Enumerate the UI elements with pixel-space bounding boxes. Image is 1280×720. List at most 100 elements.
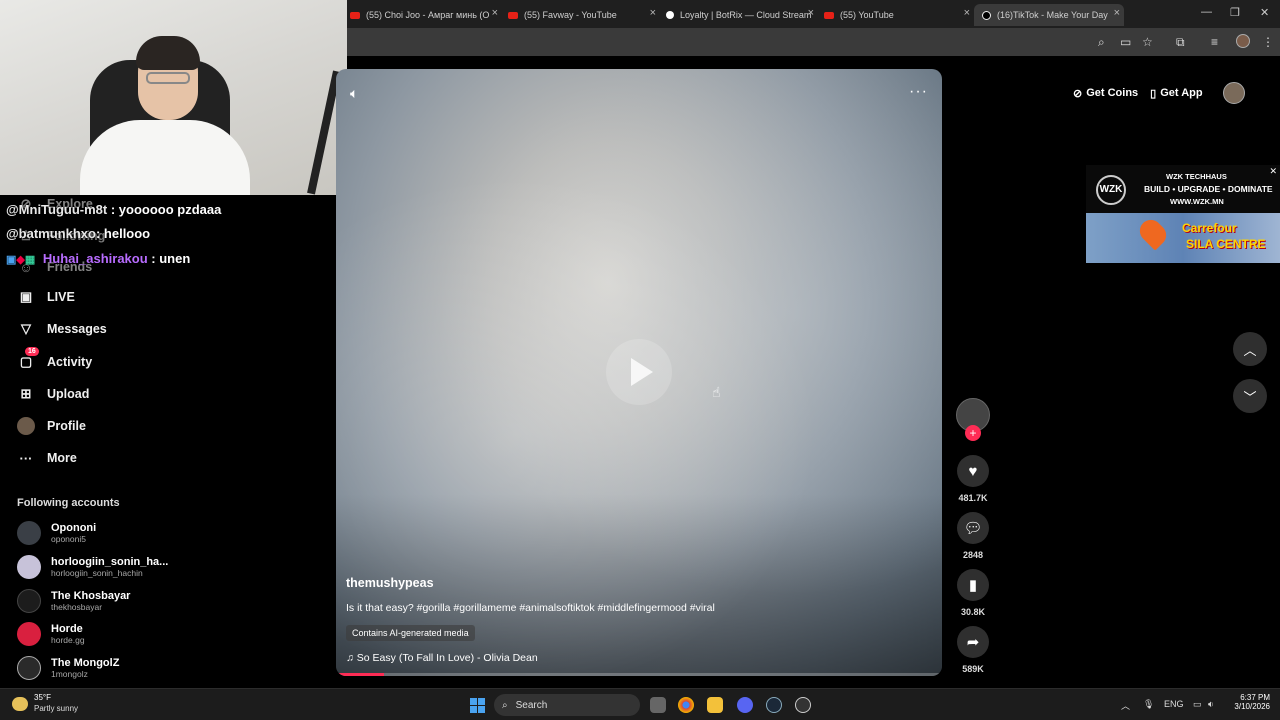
- play-button[interactable]: [606, 339, 672, 405]
- following-account[interactable]: Horde horde.gg: [17, 622, 85, 646]
- language-indicator[interactable]: ENG: [1164, 699, 1184, 709]
- close-icon[interactable]: ✕: [1269, 166, 1277, 177]
- account-handle: horde.gg: [51, 634, 85, 645]
- webcam-overlay: [0, 0, 347, 195]
- system-clock[interactable]: 6:37 PM 3/10/2026: [1230, 693, 1270, 711]
- webcam-hair: [136, 36, 200, 70]
- close-icon[interactable]: ×: [964, 7, 970, 19]
- task-view-icon[interactable]: [650, 697, 666, 713]
- close-icon[interactable]: ×: [1114, 7, 1120, 19]
- media-icon[interactable]: ≡: [1211, 35, 1218, 49]
- avatar: [17, 656, 41, 680]
- chrome-icon[interactable]: [678, 697, 694, 713]
- following-account[interactable]: The MongolZ 1mongolz: [17, 656, 119, 680]
- following-accounts-title: Following accounts: [17, 497, 120, 509]
- video-progress-bar[interactable]: [336, 673, 942, 676]
- browser-tab-active[interactable]: (16)TikTok - Make Your Day ×: [974, 4, 1124, 26]
- close-icon[interactable]: ×: [808, 7, 814, 19]
- minimize-icon[interactable]: —: [1201, 6, 1212, 18]
- sidebar-item-activity[interactable]: ▢ 16 Activity: [17, 347, 92, 371]
- browser-tab[interactable]: (55) YouTube ×: [824, 4, 970, 26]
- network-icon[interactable]: ▭: [1193, 699, 1202, 710]
- avatar: [17, 555, 41, 579]
- previous-video-button[interactable]: ︿: [1233, 332, 1267, 366]
- close-window-icon[interactable]: ✕: [1260, 6, 1269, 19]
- start-button[interactable]: [470, 698, 485, 713]
- account-name: The MongolZ: [51, 656, 120, 669]
- sidebar-item-live[interactable]: ▣ LIVE: [17, 288, 75, 306]
- restore-icon[interactable]: ❐: [1230, 6, 1240, 19]
- microphone-icon[interactable]: 🎙︎: [1143, 699, 1154, 710]
- coin-icon: ⊘: [1073, 87, 1083, 100]
- account-handle: 1mongolz: [51, 668, 88, 679]
- sidebar-item-more[interactable]: ··· More: [17, 449, 77, 467]
- video-author[interactable]: themushypeas: [346, 576, 434, 590]
- ad-banner[interactable]: WZK WZK TECHHAUS BUILD • UPGRADE • DOMIN…: [1086, 165, 1280, 263]
- following-account[interactable]: horloogiin_sonin_ha... horloogiin_sonin_h…: [17, 555, 168, 579]
- sidebar-item-profile[interactable]: Profile: [17, 417, 86, 435]
- chat-badges-icon: ▣: [6, 254, 17, 266]
- browser-toolbar: ⌕ ▭ ☆ ⧉ ≡ ⋮: [346, 28, 1280, 56]
- account-name: Opononi: [51, 521, 97, 534]
- comment-button[interactable]: 💬︎: [957, 512, 989, 544]
- webcam-person: [80, 120, 250, 195]
- next-video-button[interactable]: ﹀: [1233, 379, 1267, 413]
- tab-title: Loyalty | BotRix — Cloud Stream: [680, 10, 812, 20]
- tab-title: (55) Choi Joo - Амраг минь (O: [366, 10, 490, 20]
- location-pin-icon: [1135, 215, 1171, 251]
- messages-icon: ▽: [21, 321, 31, 336]
- cast-icon[interactable]: ▭: [1120, 35, 1131, 49]
- share-icon: ➦: [966, 634, 980, 651]
- follow-plus-icon[interactable]: +: [965, 425, 981, 441]
- weather-icon[interactable]: [12, 697, 28, 711]
- weather-desc[interactable]: Partly sunny: [34, 704, 78, 713]
- sidebar-item-messages[interactable]: ▽ Messages: [17, 320, 107, 338]
- screen: (55) Choi Joo - Амраг минь (O × (55) Fav…: [0, 0, 1280, 720]
- volume-icon[interactable]: 🔈︎: [350, 85, 358, 102]
- browser-tab[interactable]: (55) Favway - YouTube ×: [508, 4, 656, 26]
- profile-avatar[interactable]: [1236, 34, 1250, 48]
- extensions-icon[interactable]: ⧉: [1176, 35, 1185, 50]
- sidebar-item-upload[interactable]: ⊞ Upload: [17, 385, 90, 403]
- ad-store-location: SILA CENTRE: [1186, 237, 1266, 251]
- menu-icon[interactable]: ⋮: [1262, 35, 1274, 49]
- tray-chevron-icon[interactable]: ︿: [1121, 699, 1130, 712]
- get-coins-button[interactable]: ⊘ Get Coins: [1073, 87, 1138, 100]
- browser-tab[interactable]: Loyalty | BotRix — Cloud Stream ×: [666, 4, 814, 26]
- file-explorer-icon[interactable]: [707, 697, 723, 713]
- music-note-icon: ♫: [346, 652, 357, 664]
- bookmark-star-icon[interactable]: ☆: [1142, 35, 1153, 49]
- close-icon[interactable]: ×: [492, 7, 498, 19]
- hand-cursor-icon: ☝︎: [712, 384, 721, 400]
- zoom-icon[interactable]: ⌕: [1098, 35, 1105, 50]
- get-app-button[interactable]: ▯ Get App: [1150, 87, 1202, 100]
- comment-count: 2848: [962, 550, 984, 560]
- app-icon[interactable]: [795, 697, 811, 713]
- avatar[interactable]: [1222, 82, 1245, 104]
- volume-icon[interactable]: 🔉︎: [1208, 699, 1214, 710]
- like-button[interactable]: ♥: [957, 455, 989, 487]
- video-player[interactable]: 🔈︎ ··· themushypeas Is it that easy? #go…: [336, 69, 942, 676]
- save-count: 30.8K: [960, 607, 986, 617]
- account-handle: horloogiin_sonin_hachin: [51, 567, 143, 578]
- following-account[interactable]: Opononi opononi5: [17, 521, 96, 545]
- activity-icon: ▢ 16: [17, 347, 39, 371]
- chat-text: : unen: [147, 251, 191, 266]
- following-account[interactable]: The Khosbayar thekhosbayar: [17, 589, 130, 613]
- browser-tab[interactable]: (55) Choi Joo - Амраг минь (O ×: [350, 4, 498, 26]
- live-icon: ▣: [19, 289, 33, 304]
- video-music[interactable]: ♫ So Easy (To Fall In Love) - Olivia Dea…: [346, 652, 538, 664]
- discord-icon[interactable]: [737, 697, 753, 713]
- more-icon: ···: [19, 450, 33, 466]
- account-name: horloogiin_sonin_ha...: [51, 555, 169, 568]
- close-icon[interactable]: ×: [650, 7, 656, 19]
- bookmark-icon: ▮: [968, 577, 978, 594]
- weather-temp[interactable]: 35°F: [34, 693, 51, 702]
- tab-title: (55) YouTube: [840, 10, 894, 20]
- steam-icon[interactable]: [766, 697, 782, 713]
- save-button[interactable]: ▮: [957, 569, 989, 601]
- share-button[interactable]: ➦: [957, 626, 989, 658]
- more-options-icon[interactable]: ···: [909, 83, 928, 101]
- taskbar-search[interactable]: ⌕ Search: [494, 694, 640, 716]
- phone-icon: ▯: [1150, 87, 1157, 100]
